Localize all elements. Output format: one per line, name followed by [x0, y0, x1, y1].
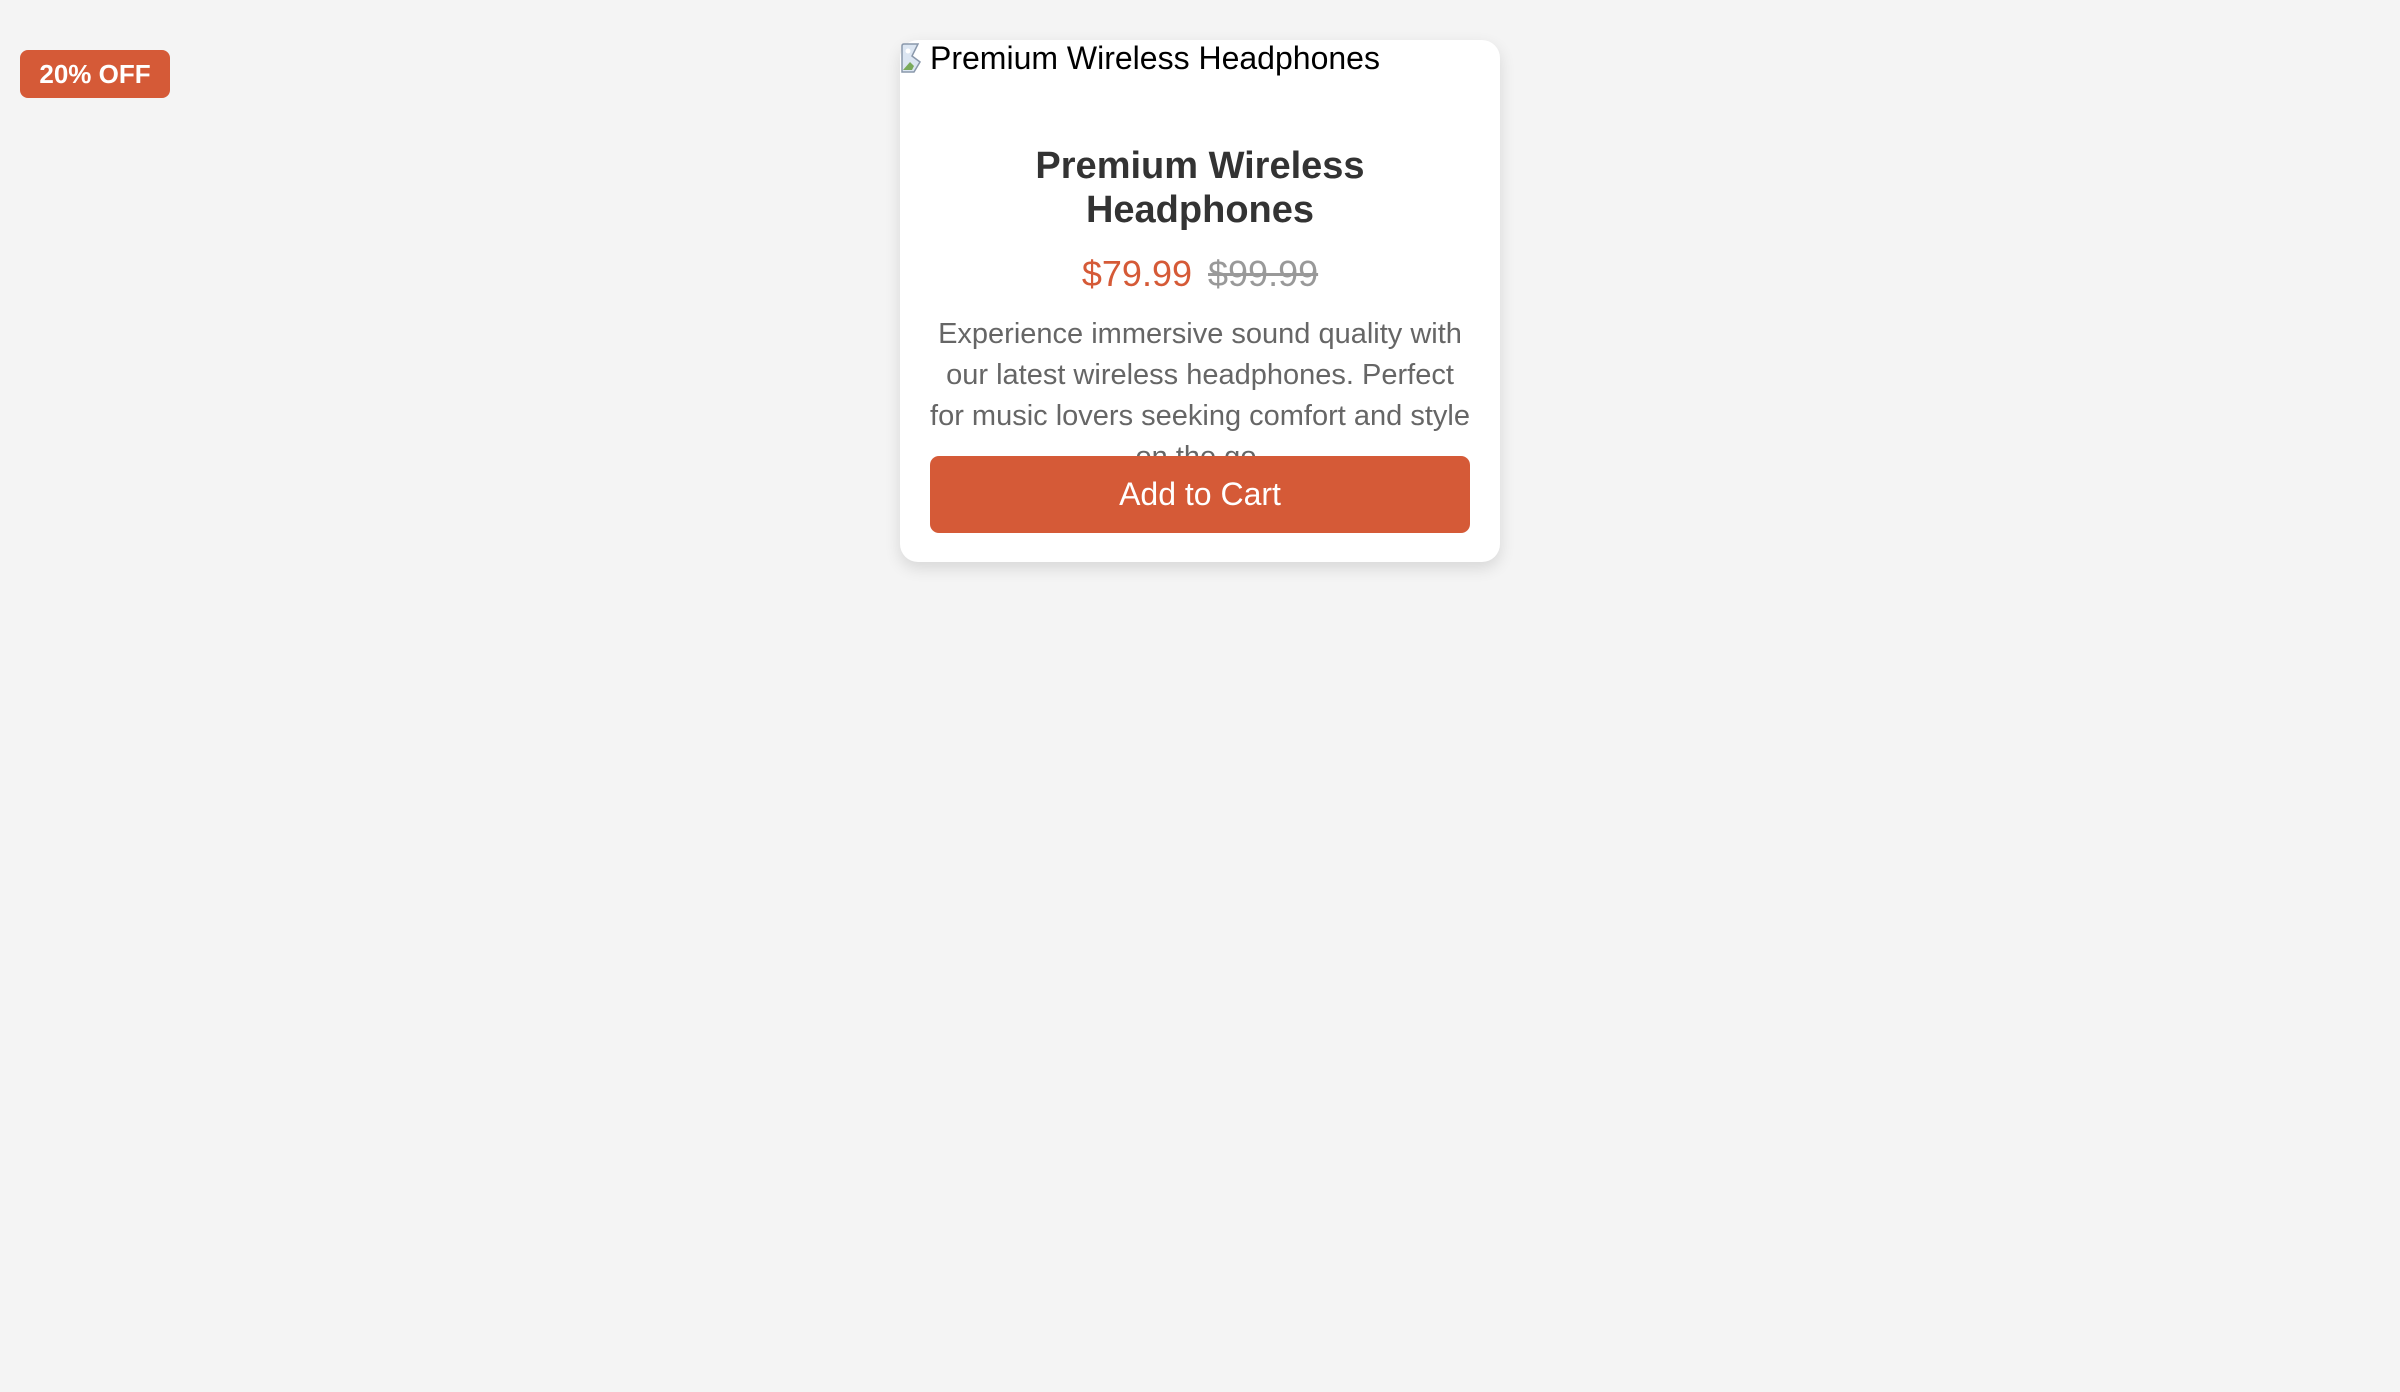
- discount-badge: 20% OFF: [20, 50, 170, 98]
- discount-badge-label: 20% OFF: [39, 58, 151, 89]
- price-row: $79.99 $99.99: [930, 252, 1470, 296]
- product-title: Premium Wireless Headphones: [1035, 145, 1365, 231]
- product-image: Premium Wireless Headphones: [900, 40, 1380, 76]
- broken-image-icon: [900, 42, 930, 74]
- add-to-cart-button[interactable]: Add to Cart: [930, 456, 1470, 533]
- product-image-alt-text: Premium Wireless Headphones: [930, 40, 1380, 76]
- original-price: $99.99: [1208, 253, 1319, 294]
- product-card: Premium Wireless Headphones Premium Wire…: [900, 40, 1500, 562]
- product-description: Experience immersive sound quality with …: [930, 318, 1470, 473]
- current-price: $79.99: [1081, 253, 1192, 294]
